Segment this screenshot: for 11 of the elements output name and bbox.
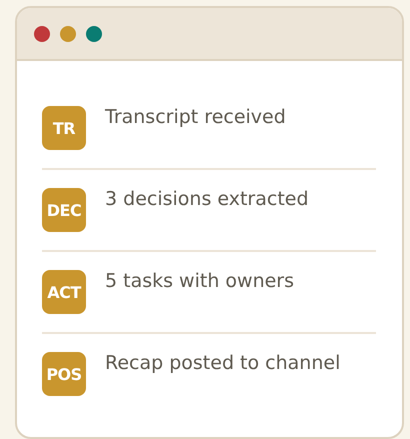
- window-control-dot[interactable]: [34, 26, 50, 42]
- window-control-dot[interactable]: [86, 26, 102, 42]
- step-badge: ACT: [42, 270, 86, 314]
- step-text: 3 decisions extracted: [105, 187, 309, 212]
- step-badge: POS: [42, 352, 86, 396]
- step-text: Transcript received: [105, 105, 286, 130]
- window-control-dot[interactable]: [60, 26, 76, 42]
- step-badge: TR: [42, 106, 86, 150]
- step-badge: DEC: [42, 188, 86, 232]
- step-text: 5 tasks with owners: [105, 269, 294, 294]
- step-text: Recap posted to channel: [105, 351, 340, 376]
